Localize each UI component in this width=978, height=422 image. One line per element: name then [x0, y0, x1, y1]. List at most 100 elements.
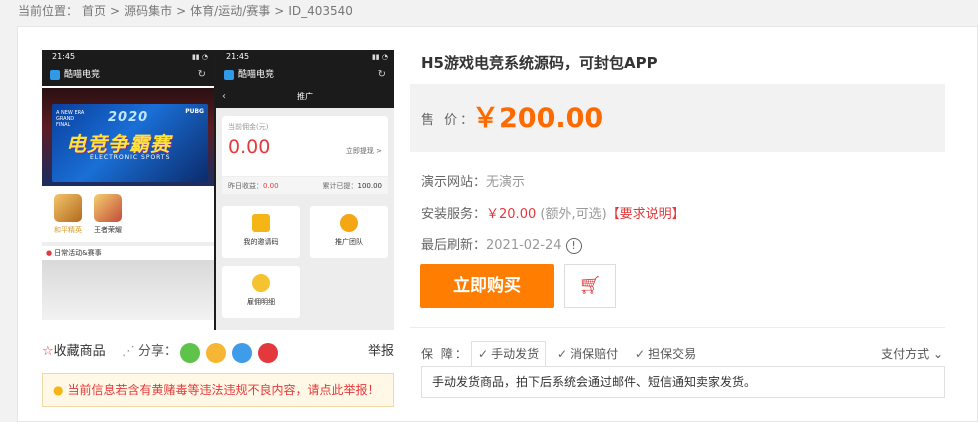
invite-code-tile: 我的邀请码: [222, 206, 300, 258]
refresh-row: 最后刷新：2021-02-24!: [421, 234, 582, 254]
qq-icon[interactable]: [232, 343, 252, 363]
total-value: 100.00: [357, 182, 383, 190]
report-notice[interactable]: ● 当前信息若含有黄赌毒等违法违规不良内容，请点此举报！: [42, 373, 394, 407]
refresh-label: 最后刷新：: [421, 238, 487, 253]
tab-label: 消保赔付: [570, 347, 619, 361]
banner: A NEW ERA GRAND FINAL 2020 PUBG 电竞争霸赛 EL…: [42, 88, 214, 186]
status-bar: 21:45 ▮▮ ◔: [216, 50, 394, 64]
tile-label: 雇佣明细: [247, 298, 275, 306]
share-text: 分享：: [138, 344, 178, 359]
chevron-down-icon: ⌄: [932, 347, 943, 361]
yesterday-value: 0.00: [263, 182, 279, 190]
app-logo-icon: [50, 69, 60, 80]
right-phone-screen: 21:45 ▮▮ ◔ 酷喵电竞 ↻ ‹ 推广 当前佣金(元) 0.00 立即提现 > …: [216, 50, 394, 330]
report-link[interactable]: 举报: [368, 341, 394, 363]
commission-tile: 雇佣明细: [222, 266, 300, 318]
demo-row: 演示网站：无演示: [421, 171, 525, 190]
balance-value: 0.00: [228, 136, 271, 158]
breadcrumb-sep: >: [176, 4, 187, 18]
check-icon: ✓: [635, 347, 646, 361]
total-label: 累计已提：: [322, 182, 358, 190]
banner-art: A NEW ERA GRAND FINAL 2020 PUBG 电竞争霸赛 EL…: [52, 104, 208, 182]
games-row: 和平精英 王者荣耀: [42, 188, 214, 246]
guarantee-description: 手动发货商品，拍下后系统会通过邮件、短信通知卖家发货。: [421, 366, 945, 398]
coin-icon: [252, 274, 270, 292]
tab-consumer-protection[interactable]: ✓ 消保赔付: [557, 343, 618, 365]
weibo-icon[interactable]: [258, 343, 278, 363]
check-icon: ✓: [557, 347, 568, 361]
bulb-icon: ●: [53, 383, 64, 397]
tile-label: 推广团队: [335, 238, 363, 246]
wallet-footer: 昨日收益：0.00 累计已提：100.00: [222, 176, 388, 194]
yesterday-income: 昨日收益：0.00: [228, 177, 279, 195]
install-row: 安装服务：￥20.00 (额外,可选)【要求说明】: [421, 203, 685, 222]
cart-icon: 🛒︎: [578, 275, 602, 296]
breadcrumb-market[interactable]: 源码集市: [124, 4, 172, 18]
game-label: 王者荣耀: [94, 226, 122, 234]
demo-value: 无演示: [486, 175, 526, 190]
signal-icon: ▮▮ ◔: [371, 53, 388, 61]
breadcrumb-id: ID_403540: [288, 4, 353, 18]
price-value: ￥200.00: [472, 103, 604, 134]
game-item: 和平精英: [48, 194, 88, 235]
withdraw-link: 立即提现 >: [345, 147, 382, 155]
breadcrumb-sep: >: [274, 4, 285, 18]
page-title: 推广: [297, 92, 313, 101]
breadcrumb-category[interactable]: 体育/运动/赛事: [190, 4, 270, 18]
demo-label: 演示网站：: [421, 175, 487, 190]
notice-text: 当前信息若含有黄赌毒等违法违规不良内容，请点此举报！: [67, 383, 380, 397]
wechat-icon[interactable]: [180, 343, 200, 363]
tab-escrow[interactable]: ✓ 担保交易: [635, 343, 696, 365]
star-icon: ☆: [42, 344, 54, 359]
banner-year: 2020: [108, 110, 149, 125]
app-name: 酷喵电竞: [238, 70, 275, 80]
breadcrumb-home[interactable]: 首页: [82, 4, 106, 18]
tile-label: 我的邀请码: [243, 238, 279, 246]
yesterday-label: 昨日收益：: [228, 182, 263, 190]
breadcrumb: 当前位置： 首页 > 源码集市 > 体育/运动/赛事 > ID_403540: [18, 2, 357, 20]
flame-icon: ●: [46, 249, 53, 257]
image-actions: ☆收藏商品 ⋰ 分享： 举报: [42, 341, 394, 363]
banner-subtitle: ELECTRONIC SPORTS: [90, 154, 171, 161]
check-icon: ✓: [478, 347, 489, 361]
install-requirements-link[interactable]: 【要求说明】: [607, 207, 685, 222]
favorite-label: 收藏商品: [53, 344, 106, 359]
daily-label: 日常活动&赛事: [54, 249, 102, 257]
favorite-button[interactable]: ☆收藏商品: [42, 341, 106, 363]
status-time: 21:45: [52, 52, 76, 61]
game-icon: [54, 194, 82, 222]
app-bar: 酷喵电竞 ↻: [42, 64, 214, 86]
banner-tag: A NEW ERA GRAND FINAL: [56, 110, 85, 128]
tab-label: 担保交易: [648, 347, 697, 361]
back-icon: ‹: [222, 91, 226, 102]
qzone-icon[interactable]: [206, 343, 226, 363]
price-label: 售 价：: [421, 113, 477, 128]
qr-icon: [252, 214, 270, 232]
guarantee-bar: 保 障： ✓ 手动发货 ✓ 消保赔付 ✓ 担保交易 支付方式 ⌄: [421, 341, 943, 366]
payment-method-dropdown[interactable]: 支付方式 ⌄: [881, 343, 943, 365]
breadcrumb-sep: >: [110, 4, 121, 18]
refresh-icon: ↻: [377, 69, 386, 80]
tab-label: 手动发货: [491, 347, 540, 361]
wallet-card: 当前佣金(元) 0.00 立即提现 > 昨日收益：0.00 累计已提：100.0…: [222, 116, 388, 194]
buy-now-button[interactable]: 立即购买: [420, 264, 554, 308]
balance-label: 当前佣金(元): [228, 123, 269, 131]
tab-manual-delivery[interactable]: ✓ 手动发货: [471, 341, 547, 366]
feed-area: [42, 260, 214, 320]
divider: [410, 327, 945, 328]
daily-events: ● 日常活动&赛事: [42, 246, 214, 260]
breadcrumb-prefix: 当前位置：: [18, 4, 79, 18]
product-image[interactable]: 21:45 ▮▮ ◔ 酷喵电竞 ↻ A NEW ERA GRAND FINAL 20…: [42, 50, 394, 330]
app-bar: 酷喵电竞 ↻: [216, 64, 394, 86]
product-card: 21:45 ▮▮ ◔ 酷喵电竞 ↻ A NEW ERA GRAND FINAL 20…: [17, 26, 978, 422]
status-bar: 21:45 ▮▮ ◔: [42, 50, 214, 64]
team-icon: [340, 214, 358, 232]
banner-brand: PUBG: [185, 108, 204, 115]
add-to-cart-button[interactable]: 🛒︎: [564, 264, 616, 308]
guarantee-label: 保 障：: [421, 347, 469, 361]
product-title: H5游戏电竞系统源码，可封包APP: [421, 54, 658, 72]
refresh-date: 2021-02-24: [486, 238, 562, 253]
status-time: 21:45: [226, 52, 250, 61]
info-icon[interactable]: !: [565, 237, 582, 254]
install-label: 安装服务：: [421, 207, 487, 222]
